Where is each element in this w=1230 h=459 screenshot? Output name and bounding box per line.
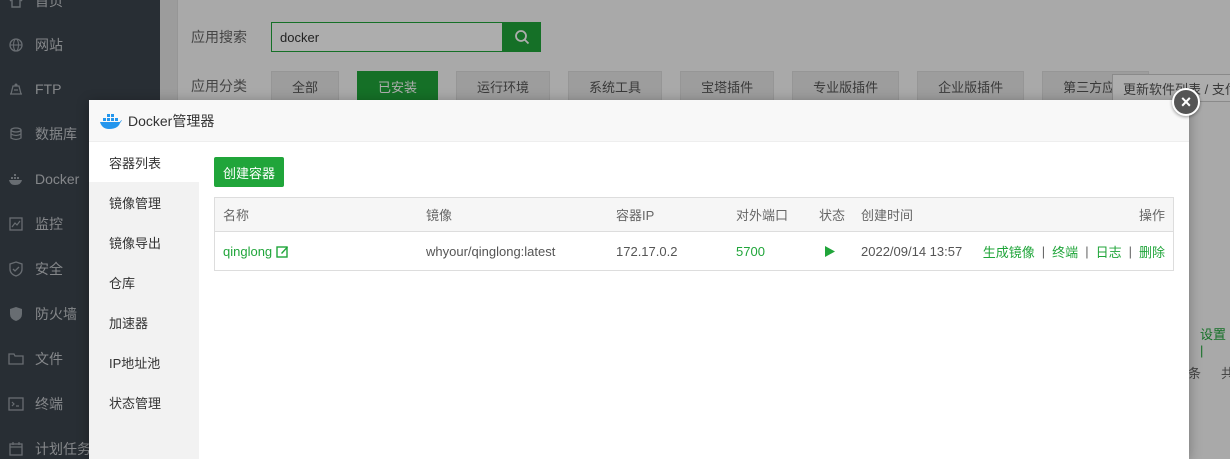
- container-table: 名称 镜像 容器IP 对外端口 状态 创建时间 操作 qinglong whyo…: [214, 197, 1174, 271]
- modal-title: Docker管理器: [128, 112, 215, 129]
- nav-accelerator[interactable]: 加速器: [89, 302, 199, 342]
- delete-link[interactable]: 删除: [1139, 242, 1165, 261]
- nav-image-export[interactable]: 镜像导出: [89, 222, 199, 262]
- table-row: qinglong whyour/qinglong:latest 172.17.0…: [215, 232, 1173, 270]
- docker-logo-icon: [100, 113, 122, 129]
- header-created: 创建时间: [861, 208, 914, 223]
- container-name[interactable]: qinglong: [223, 244, 272, 259]
- nav-image-management[interactable]: 镜像管理: [89, 182, 199, 222]
- header-image: 镜像: [426, 208, 453, 223]
- nav-container-list[interactable]: 容器列表: [89, 142, 199, 182]
- header-name: 名称: [223, 208, 250, 223]
- create-image-link[interactable]: 生成镜像: [983, 242, 1035, 261]
- modal-nav: 容器列表 镜像管理 镜像导出 仓库 加速器 IP地址池 状态管理: [89, 142, 199, 459]
- header-status: 状态: [819, 208, 846, 223]
- header-actions: 操作: [1138, 208, 1165, 223]
- container-image: whyour/qinglong:latest: [426, 243, 556, 259]
- container-created-time: 2022/09/14 13:57: [861, 243, 963, 259]
- create-container-button[interactable]: 创建容器: [214, 157, 284, 187]
- separator: |: [1041, 243, 1046, 259]
- container-actions: 生成镜像 | 终端 | 日志 | 删除: [983, 232, 1165, 270]
- container-ip: 172.17.0.2: [616, 243, 678, 259]
- header-ip: 容器IP: [616, 208, 655, 223]
- status-running-icon[interactable]: [825, 232, 835, 270]
- nav-ip-pool[interactable]: IP地址池: [89, 342, 199, 382]
- logs-link[interactable]: 日志: [1096, 242, 1122, 261]
- separator: |: [1128, 243, 1132, 259]
- nav-repository[interactable]: 仓库: [89, 262, 199, 302]
- nav-status-management[interactable]: 状态管理: [89, 382, 199, 422]
- terminal-link[interactable]: 终端: [1052, 242, 1078, 261]
- edit-icon[interactable]: [276, 245, 289, 258]
- docker-manager-modal: Docker管理器 容器列表 镜像管理 镜像导出 仓库 加速器 IP地址池 状态…: [89, 100, 1189, 459]
- close-icon[interactable]: ×: [1172, 88, 1200, 116]
- table-header: 名称 镜像 容器IP 对外端口 状态 创建时间 操作: [215, 198, 1173, 232]
- modal-header: Docker管理器: [89, 100, 1189, 142]
- container-port[interactable]: 5700: [736, 232, 765, 270]
- header-port: 对外端口: [736, 208, 789, 223]
- container-name-cell[interactable]: qinglong: [223, 232, 289, 270]
- separator: |: [1085, 243, 1089, 259]
